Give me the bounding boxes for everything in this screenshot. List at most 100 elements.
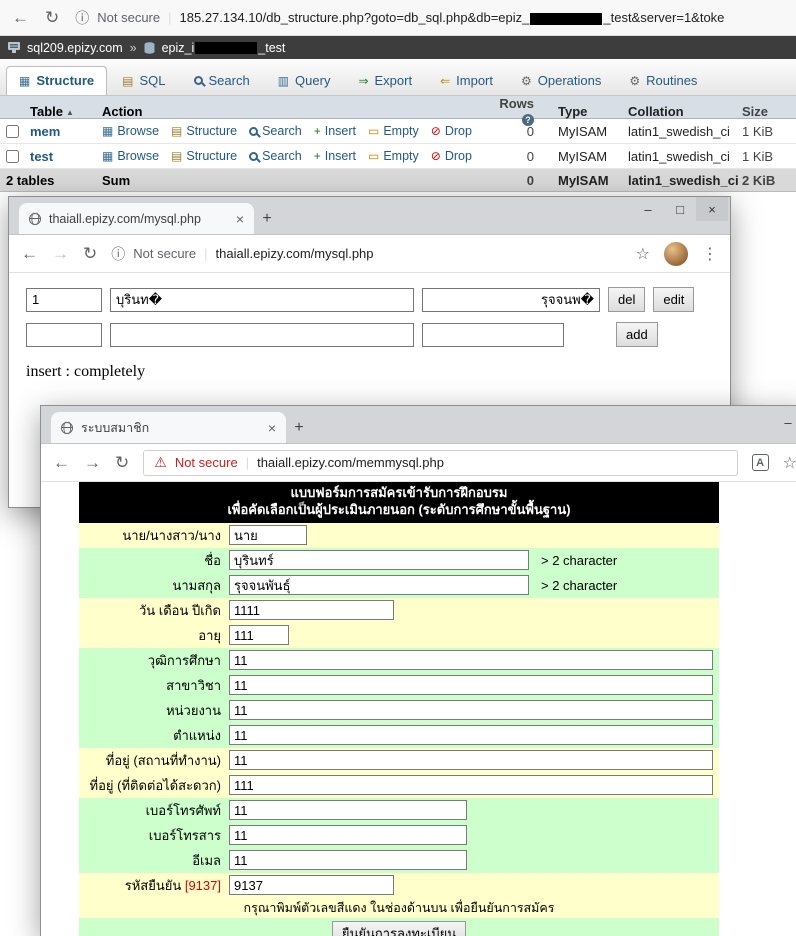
export-icon: ⇒ [358, 75, 368, 87]
breadcrumb-database-link[interactable]: epiz_i_test [162, 41, 286, 55]
action-search[interactable]: Search [249, 124, 302, 138]
delete-button[interactable]: del [608, 287, 645, 312]
header-collation[interactable]: Collation [614, 104, 734, 119]
submit-registration-button[interactable]: ยืนยันการลงทะเบียน [332, 921, 466, 936]
action-browse[interactable]: ▦Browse [102, 124, 159, 138]
add-button[interactable]: add [616, 322, 658, 347]
record-lastname-input[interactable] [422, 288, 600, 312]
tab-search[interactable]: Search [181, 66, 263, 95]
pma-breadcrumb: sql209.epizy.com » epiz_i_test [0, 36, 796, 59]
action-empty[interactable]: ▭Empty [368, 124, 419, 138]
action-label: Structure [186, 124, 237, 138]
browser-menu-icon[interactable]: ⋮ [702, 244, 718, 264]
window-minimize-button[interactable]: – [773, 410, 796, 434]
back-icon[interactable]: ← [12, 8, 29, 28]
row-select-checkbox[interactable] [6, 125, 19, 138]
window-titlebar[interactable]: thaiall.epizy.com/mysql.php × + – □ × [9, 197, 730, 235]
bookmark-star-icon[interactable]: ☆ [636, 244, 650, 264]
action-drop[interactable]: ⊘Drop [431, 149, 472, 163]
address-bar[interactable]: ⓘ Not secure | thaiall.epizy.com/mysql.p… [111, 244, 621, 264]
edit-button[interactable]: edit [653, 287, 694, 312]
email-input[interactable] [229, 850, 467, 870]
major-input[interactable] [229, 675, 713, 695]
back-icon[interactable]: ← [53, 453, 70, 473]
new-id-input[interactable] [26, 323, 102, 347]
tab-operations[interactable]: ⚙ Operations [508, 66, 614, 95]
record-id-input[interactable] [26, 288, 102, 312]
tab-routines[interactable]: ⚙ Routines [616, 66, 710, 95]
info-icon[interactable]: ⓘ [75, 8, 89, 28]
reload-icon[interactable]: ↻ [45, 8, 59, 28]
profile-avatar[interactable] [664, 242, 688, 266]
tab-label: Search [209, 73, 250, 88]
action-label: Search [262, 124, 302, 138]
work-address-input[interactable] [229, 750, 713, 770]
window-close-button[interactable]: × [696, 197, 728, 221]
new-name-input[interactable] [110, 323, 414, 347]
bookmark-star-icon[interactable]: ☆ [783, 453, 796, 473]
education-input[interactable] [229, 650, 713, 670]
action-insert[interactable]: +Insert [314, 124, 356, 138]
sql-icon: ▤ [122, 75, 133, 87]
field-label: รหัสยืนยัน [9137] [79, 875, 227, 896]
tab-query[interactable]: ▥ Query [265, 66, 344, 95]
forward-icon[interactable]: → [52, 244, 69, 264]
tab-sql[interactable]: ▤ SQL [109, 66, 178, 95]
row-select-checkbox[interactable] [6, 150, 19, 163]
action-structure[interactable]: ▤Structure [171, 124, 237, 138]
birthdate-input[interactable] [229, 600, 394, 620]
translate-icon[interactable]: A [752, 454, 769, 471]
tab-structure[interactable]: ▦ Structure [6, 66, 107, 95]
drop-icon: ⊘ [431, 150, 441, 162]
lastname-input[interactable] [229, 575, 529, 595]
table-name-link[interactable]: mem [30, 124, 60, 139]
window-minimize-button[interactable]: – [632, 197, 664, 221]
organization-input[interactable] [229, 700, 713, 720]
action-empty[interactable]: ▭Empty [368, 149, 419, 163]
verify-code-input[interactable] [229, 875, 394, 895]
breadcrumb-server-link[interactable]: sql209.epizy.com [27, 41, 123, 55]
window-maximize-button[interactable]: □ [664, 197, 696, 221]
new-tab-button[interactable]: + [286, 415, 312, 441]
phone-input[interactable] [229, 800, 467, 820]
form-row: ที่อยู่ (ที่ติดต่อได้สะดวก) [79, 773, 719, 798]
contact-address-input[interactable] [229, 775, 713, 795]
reload-icon[interactable]: ↻ [115, 453, 129, 473]
action-structure[interactable]: ▤Structure [171, 149, 237, 163]
table-name-link[interactable]: test [30, 149, 53, 164]
back-icon[interactable]: ← [21, 244, 38, 264]
action-search[interactable]: Search [249, 149, 302, 163]
action-insert[interactable]: +Insert [314, 149, 356, 163]
form-row: ชื่อ > 2 character [79, 548, 719, 573]
forward-icon[interactable]: → [84, 453, 101, 473]
tab-export[interactable]: ⇒ Export [345, 66, 425, 95]
new-lastname-input[interactable] [422, 323, 564, 347]
header-action: Action [94, 104, 494, 119]
age-input[interactable] [229, 625, 289, 645]
new-tab-button[interactable]: + [254, 206, 280, 232]
header-type[interactable]: Type [544, 104, 614, 119]
prefix-input[interactable] [229, 525, 307, 545]
firstname-input[interactable] [229, 550, 529, 570]
action-browse[interactable]: ▦Browse [102, 149, 159, 163]
reload-icon[interactable]: ↻ [83, 244, 97, 264]
position-input[interactable] [229, 725, 713, 745]
browser-tab[interactable]: ระบบสมาชิก × [51, 412, 286, 443]
browser-toolbar: ← → ↻ ⓘ Not secure | thaiall.epizy.com/m… [9, 235, 730, 273]
header-rows[interactable]: Rows? [494, 96, 544, 126]
address-bar[interactable]: ⚠ Not secure | thaiall.epizy.com/memmysq… [143, 450, 737, 476]
action-drop[interactable]: ⊘Drop [431, 124, 472, 138]
tab-close-icon[interactable]: × [268, 420, 276, 436]
field-label: นามสกุล [79, 575, 227, 596]
browser-tab[interactable]: thaiall.epizy.com/mysql.php × [19, 203, 254, 234]
header-table[interactable]: Table▲ [24, 104, 94, 119]
info-icon[interactable]: ⓘ [111, 244, 125, 264]
warning-icon[interactable]: ⚠ [154, 454, 167, 471]
address-bar[interactable]: ⓘ Not secure | 185.27.134.10/db_structur… [75, 8, 784, 28]
header-size[interactable]: Size [734, 104, 796, 119]
fax-input[interactable] [229, 825, 467, 845]
record-name-input[interactable] [110, 288, 414, 312]
tab-import[interactable]: ⇐ Import [427, 66, 506, 95]
window-titlebar[interactable]: ระบบสมาชิก × + – [41, 406, 796, 444]
tab-close-icon[interactable]: × [236, 211, 244, 227]
